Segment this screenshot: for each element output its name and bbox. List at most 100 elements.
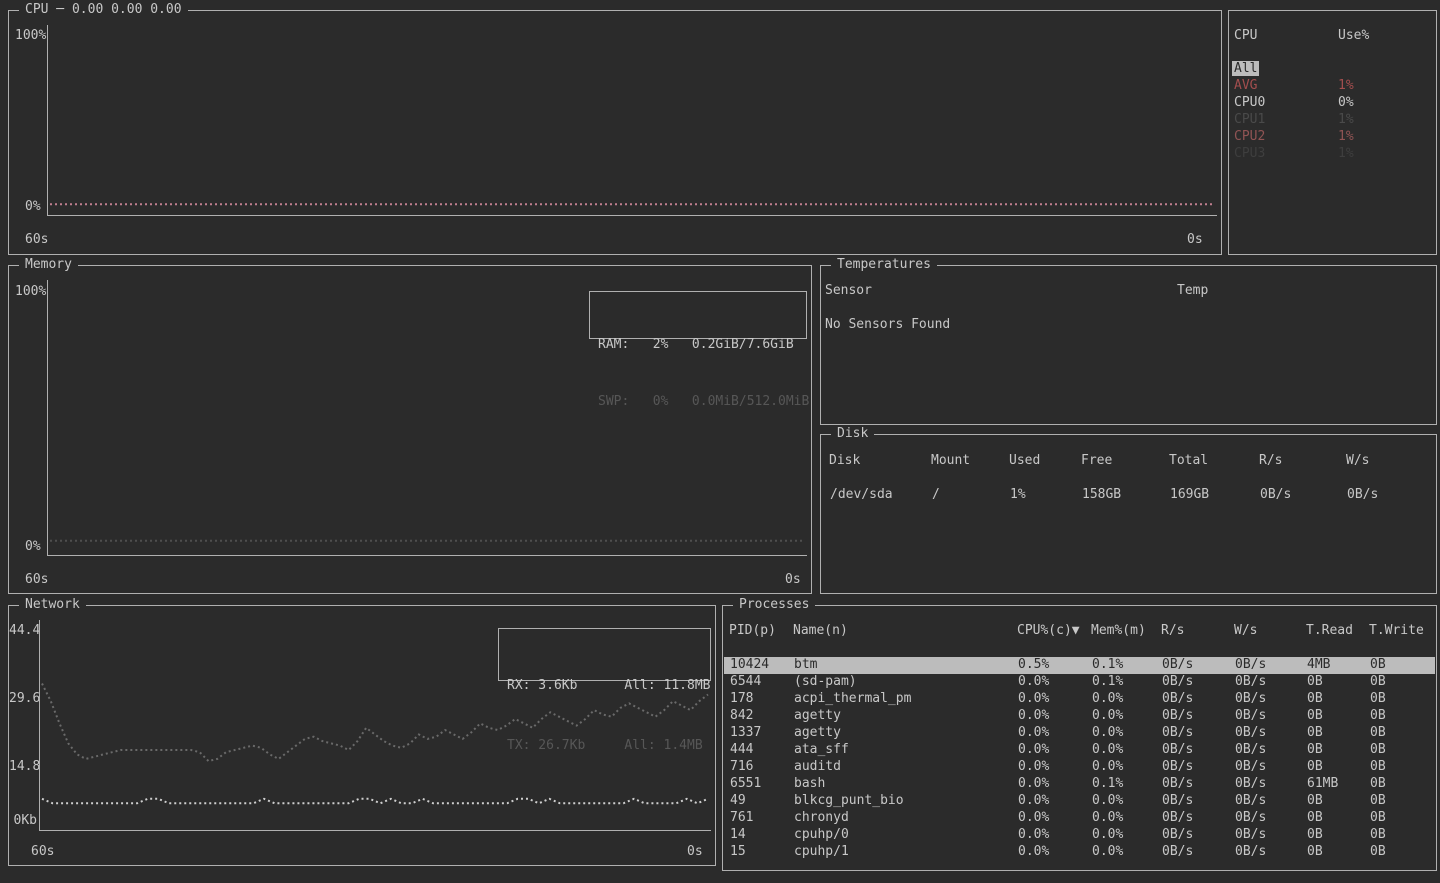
process-row[interactable]: 10424 btm 0.5% 0.1% 0B/s 0B/s 4MB 0B <box>724 657 1435 674</box>
memory-y-max-label: 100% <box>15 284 46 299</box>
cpu-legend-row-use: 1% <box>1338 78 1354 93</box>
process-cell-cpu: 0.0% <box>1018 810 1049 825</box>
cpu-legend-row[interactable]: AVG 1% <box>1229 78 1436 95</box>
process-row[interactable]: 6544 (sd-pam) 0.0% 0.1% 0B/s 0B/s 0B 0B <box>724 674 1435 691</box>
disk-header-total[interactable]: Total <box>1169 453 1208 468</box>
process-cell-tread: 0B <box>1307 725 1323 740</box>
processes-panel: Processes PID(p) Name(n) CPU%(c)▼ Mem%(m… <box>722 605 1437 871</box>
process-row[interactable]: 444 ata_sff 0.0% 0.0% 0B/s 0B/s 0B 0B <box>724 742 1435 759</box>
process-cell-rs: 0B/s <box>1162 691 1193 706</box>
processes-header-cpu-sort[interactable]: CPU%(c)▼ <box>1017 623 1080 638</box>
disk-header-disk[interactable]: Disk <box>829 453 860 468</box>
process-cell-twrite: 0B <box>1370 691 1386 706</box>
process-cell-mem: 0.0% <box>1092 810 1123 825</box>
process-cell-tread: 0B <box>1307 674 1323 689</box>
process-cell-pid: 15 <box>730 844 746 859</box>
process-row[interactable]: 178 acpi_thermal_pm 0.0% 0.0% 0B/s 0B/s … <box>724 691 1435 708</box>
processes-header-rs[interactable]: R/s <box>1161 623 1184 638</box>
processes-rows: 10424 btm 0.5% 0.1% 0B/s 0B/s 4MB 0B 654… <box>724 657 1435 861</box>
process-cell-ws: 0B/s <box>1235 810 1266 825</box>
cpu-legend-header-cpu: CPU <box>1234 28 1257 43</box>
disk-header-ws[interactable]: W/s <box>1346 453 1369 468</box>
disk-cell-disk: /dev/sda <box>830 487 893 502</box>
cpu-legend-row[interactable]: All <box>1229 61 1436 78</box>
process-cell-tread: 0B <box>1307 708 1323 723</box>
process-cell-rs: 0B/s <box>1162 657 1193 672</box>
disk-header-free[interactable]: Free <box>1081 453 1112 468</box>
disk-cell-mount: / <box>932 487 940 502</box>
cpu-legend-header-use: Use% <box>1338 28 1369 43</box>
disk-header-rs[interactable]: R/s <box>1259 453 1282 468</box>
process-row[interactable]: 6551 bash 0.0% 0.1% 0B/s 0B/s 61MB 0B <box>724 776 1435 793</box>
memory-x-left-label: 60s <box>25 572 48 587</box>
process-cell-pid: 761 <box>730 810 753 825</box>
process-cell-mem: 0.0% <box>1092 844 1123 859</box>
disk-cell-ws: 0B/s <box>1347 487 1378 502</box>
disk-header-used[interactable]: Used <box>1009 453 1040 468</box>
temperatures-header-temp[interactable]: Temp <box>1177 283 1208 298</box>
network-y-tick-3: 14.8 <box>9 759 37 774</box>
cpu-legend-row[interactable]: CPU0 0% <box>1229 95 1436 112</box>
process-cell-rs: 0B/s <box>1162 810 1193 825</box>
process-cell-cpu: 0.0% <box>1018 725 1049 740</box>
process-cell-rs: 0B/s <box>1162 742 1193 757</box>
memory-legend-ram: RAM: 2% 0.2GiB/7.6GiB <box>590 335 806 354</box>
temperatures-header-sensor[interactable]: Sensor <box>825 283 872 298</box>
processes-header-tread[interactable]: T.Read <box>1306 623 1353 638</box>
network-y-tick-4: 0Kb <box>9 813 37 828</box>
disk-header-mount[interactable]: Mount <box>931 453 970 468</box>
cpu-legend-rows: All AVG 1% CPU0 0% CPU1 1% <box>1229 61 1436 163</box>
cpu-legend-row-name: CPU3 <box>1234 146 1265 161</box>
process-row[interactable]: 49 blkcg_punt_bio 0.0% 0.0% 0B/s 0B/s 0B… <box>724 793 1435 810</box>
processes-header-pid[interactable]: PID(p) <box>729 623 776 638</box>
process-cell-ws: 0B/s <box>1235 844 1266 859</box>
process-row[interactable]: 14 cpuhp/0 0.0% 0.0% 0B/s 0B/s 0B 0B <box>724 827 1435 844</box>
process-cell-cpu: 0.0% <box>1018 827 1049 842</box>
network-panel-title: Network <box>19 597 86 612</box>
process-cell-cpu: 0.0% <box>1018 708 1049 723</box>
process-cell-name: cpuhp/1 <box>794 844 849 859</box>
process-cell-twrite: 0B <box>1370 810 1386 825</box>
disk-cell-total: 169GB <box>1170 487 1209 502</box>
disk-panel: Disk Disk Mount Used Free Total R/s W/s … <box>820 434 1437 594</box>
processes-header-name[interactable]: Name(n) <box>793 623 848 638</box>
memory-panel-title: Memory <box>19 257 78 272</box>
process-cell-rs: 0B/s <box>1162 759 1193 774</box>
process-cell-mem: 0.0% <box>1092 725 1123 740</box>
cpu-x-right-label: 0s <box>1187 232 1203 247</box>
cpu-legend-row-name: CPU0 <box>1234 95 1265 110</box>
temperatures-empty-message: No Sensors Found <box>825 317 950 332</box>
cpu-legend-row-use: 1% <box>1338 129 1354 144</box>
process-cell-mem: 0.0% <box>1092 691 1123 706</box>
btm-system-monitor: CPU ─ 0.00 0.00 0.00 100% 0% 60s 0s CPU … <box>0 0 1440 883</box>
cpu-x-left-label: 60s <box>25 232 48 247</box>
process-cell-twrite: 0B <box>1370 827 1386 842</box>
process-row[interactable]: 15 cpuhp/1 0.0% 0.0% 0B/s 0B/s 0B 0B <box>724 844 1435 861</box>
cpu-legend-row[interactable]: CPU3 1% <box>1229 146 1436 163</box>
process-cell-tread: 0B <box>1307 810 1323 825</box>
processes-header-ws[interactable]: W/s <box>1234 623 1257 638</box>
process-row[interactable]: 716 auditd 0.0% 0.0% 0B/s 0B/s 0B 0B <box>724 759 1435 776</box>
process-row[interactable]: 842 agetty 0.0% 0.0% 0B/s 0B/s 0B 0B <box>724 708 1435 725</box>
cpu-panel-title: CPU ─ 0.00 0.00 0.00 <box>19 2 188 17</box>
processes-header-twrite[interactable]: T.Write <box>1369 623 1424 638</box>
cpu-legend-row-name: CPU1 <box>1234 112 1265 127</box>
cpu-y-min-label: 0% <box>25 199 41 214</box>
cpu-legend-row[interactable]: CPU1 1% <box>1229 112 1436 129</box>
memory-panel: Memory 100% 0% RAM: 2% 0.2GiB/7.6GiB SWP… <box>8 265 812 594</box>
process-cell-twrite: 0B <box>1370 793 1386 808</box>
memory-legend-swap: SWP: 0% 0.0MiB/512.0MiB <box>590 392 806 411</box>
process-cell-tread: 0B <box>1307 793 1323 808</box>
process-row[interactable]: 761 chronyd 0.0% 0.0% 0B/s 0B/s 0B 0B <box>724 810 1435 827</box>
disk-row[interactable]: /dev/sda / 1% 158GB 169GB 0B/s 0B/s <box>822 487 1435 504</box>
process-row[interactable]: 1337 agetty 0.0% 0.0% 0B/s 0B/s 0B 0B <box>724 725 1435 742</box>
process-cell-name: acpi_thermal_pm <box>794 691 911 706</box>
process-cell-cpu: 0.0% <box>1018 674 1049 689</box>
process-cell-name: chronyd <box>794 810 849 825</box>
processes-header-mem[interactable]: Mem%(m) <box>1091 623 1146 638</box>
cpu-legend-row[interactable]: CPU2 1% <box>1229 129 1436 146</box>
disk-panel-title: Disk <box>831 426 874 441</box>
process-cell-cpu: 0.0% <box>1018 691 1049 706</box>
process-cell-mem: 0.0% <box>1092 759 1123 774</box>
process-cell-ws: 0B/s <box>1235 827 1266 842</box>
